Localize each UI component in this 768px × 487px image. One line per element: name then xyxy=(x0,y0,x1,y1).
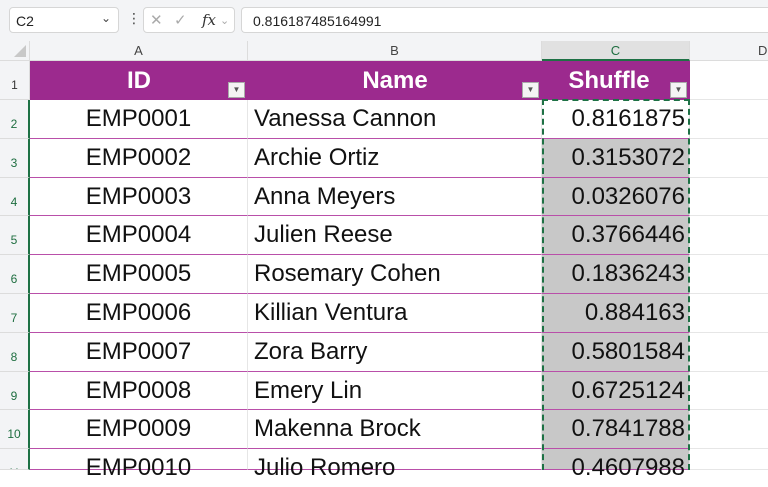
select-all-button[interactable] xyxy=(0,41,30,61)
cell-name[interactable]: Julio Romero xyxy=(248,449,542,481)
cell-shuffle[interactable]: 0.4607988 xyxy=(542,449,690,481)
cell-name[interactable]: Makenna Brock xyxy=(248,410,542,450)
formula-input[interactable]: 0.816187485164991 xyxy=(241,7,768,33)
chevron-down-icon[interactable]: ⌄ xyxy=(101,11,111,25)
cell-id[interactable]: EMP0005 xyxy=(30,255,248,294)
header-name: Name ▼ xyxy=(248,61,542,100)
cell-id[interactable]: EMP0004 xyxy=(30,216,248,256)
header-shuffle: Shuffle ▼ xyxy=(542,61,690,100)
row-header[interactable]: 9 xyxy=(0,371,30,411)
cell-name[interactable]: Rosemary Cohen xyxy=(248,255,542,294)
row-header[interactable]: 11 xyxy=(0,449,30,470)
cell-d[interactable] xyxy=(690,100,768,139)
cell-name[interactable]: Anna Meyers xyxy=(248,177,542,217)
cell-id[interactable]: EMP0008 xyxy=(30,371,248,411)
header-shuffle-label: Shuffle xyxy=(568,67,650,94)
row-header[interactable]: 3 xyxy=(0,138,30,178)
row-header[interactable]: 5 xyxy=(0,216,30,256)
row-header[interactable]: 4 xyxy=(0,177,30,217)
cell-name[interactable]: Zora Barry xyxy=(248,332,542,372)
cell-d[interactable] xyxy=(690,294,768,333)
cell-d[interactable] xyxy=(690,216,768,256)
cell-shuffle[interactable]: 0.1836243 xyxy=(542,255,690,294)
row-header[interactable]: 1 xyxy=(0,61,30,100)
column-header-a[interactable]: A xyxy=(30,41,248,61)
row-header[interactable]: 10 xyxy=(0,410,30,450)
cell-d[interactable] xyxy=(690,139,768,178)
cell-d[interactable] xyxy=(690,410,768,450)
formula-controls: ✕ ✓ fx ⌄ xyxy=(143,7,235,33)
cell-id[interactable]: EMP0003 xyxy=(30,177,248,217)
insert-function-icon[interactable]: fx xyxy=(202,11,216,29)
column-header-b[interactable]: B xyxy=(248,41,542,61)
filter-dropdown-icon[interactable]: ▼ xyxy=(670,82,687,98)
cell-shuffle[interactable]: 0.3766446 xyxy=(542,216,690,256)
cell-id[interactable]: EMP0009 xyxy=(30,410,248,450)
formula-bar-area: C2 ⌄ ⋮ ✕ ✓ fx ⌄ 0.816187485164991 xyxy=(0,0,768,41)
cell-d[interactable] xyxy=(690,449,768,470)
cell-name[interactable]: Vanessa Cannon xyxy=(248,100,542,139)
cell-shuffle[interactable]: 0.3153072 xyxy=(542,138,690,178)
name-box-value: C2 xyxy=(16,13,34,29)
cell-shuffle[interactable]: 0.6725124 xyxy=(542,371,690,411)
cell-d[interactable] xyxy=(690,333,768,372)
cell-id[interactable]: EMP0002 xyxy=(30,138,248,178)
more-options-icon[interactable]: ⋮ xyxy=(127,10,141,27)
cell-id[interactable]: EMP0007 xyxy=(30,332,248,372)
cell-d1[interactable] xyxy=(690,61,768,100)
filter-dropdown-icon[interactable]: ▼ xyxy=(522,82,539,98)
cell-name[interactable]: Archie Ortiz xyxy=(248,138,542,178)
cell-shuffle[interactable]: 0.7841788 xyxy=(542,410,690,450)
chevron-down-icon[interactable]: ⌄ xyxy=(220,14,229,27)
header-id: ID ▼ xyxy=(30,61,248,100)
cell-shuffle[interactable]: 0.8161875 xyxy=(542,100,690,139)
cell-shuffle[interactable]: 0.5801584 xyxy=(542,332,690,372)
header-name-label: Name xyxy=(362,67,428,94)
cell-name[interactable]: Emery Lin xyxy=(248,371,542,411)
header-id-label: ID xyxy=(127,67,151,94)
cancel-icon[interactable]: ✕ xyxy=(150,11,163,29)
row-header[interactable]: 2 xyxy=(0,100,30,139)
column-header-d[interactable]: D xyxy=(690,41,768,61)
row-header[interactable]: 6 xyxy=(0,255,30,294)
row-header[interactable]: 7 xyxy=(0,294,30,333)
cell-name[interactable]: Killian Ventura xyxy=(248,294,542,333)
name-box[interactable]: C2 ⌄ xyxy=(9,7,119,33)
cell-id[interactable]: EMP0010 xyxy=(30,449,248,481)
cell-shuffle[interactable]: 0.884163 xyxy=(542,294,690,333)
row-header[interactable]: 8 xyxy=(0,332,30,372)
cell-name[interactable]: Julien Reese xyxy=(248,216,542,256)
cell-d[interactable] xyxy=(690,372,768,411)
cell-d[interactable] xyxy=(690,178,768,217)
cell-id[interactable]: EMP0001 xyxy=(30,100,248,139)
column-header-c[interactable]: C xyxy=(542,41,690,61)
cell-shuffle[interactable]: 0.0326076 xyxy=(542,177,690,217)
cell-id[interactable]: EMP0006 xyxy=(30,294,248,333)
filter-dropdown-icon[interactable]: ▼ xyxy=(228,82,245,98)
enter-check-icon[interactable]: ✓ xyxy=(174,11,187,29)
cell-d[interactable] xyxy=(690,255,768,294)
